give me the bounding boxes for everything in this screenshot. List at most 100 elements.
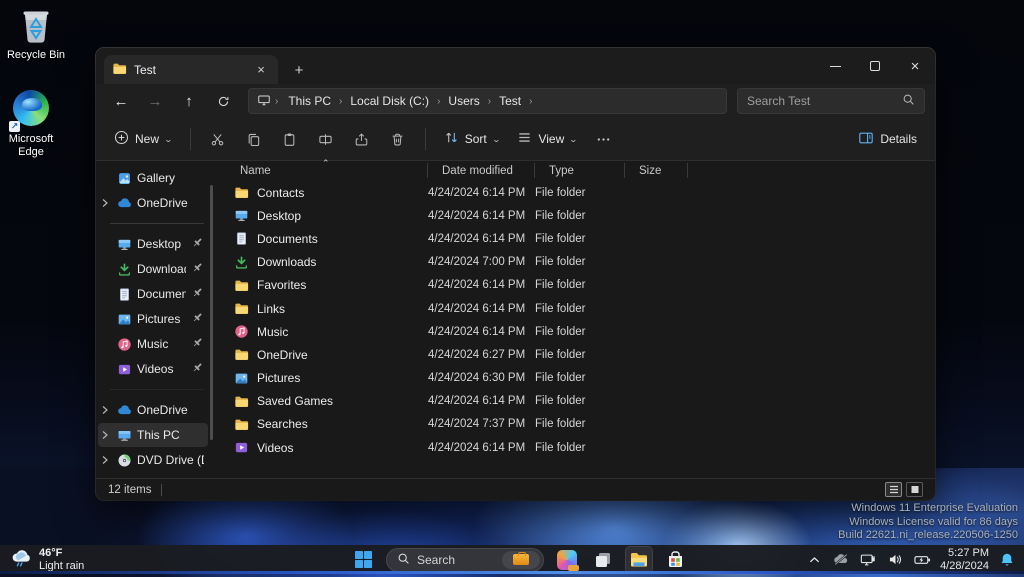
onedrive-paused-icon[interactable] xyxy=(832,553,850,566)
breadcrumb-chevron-icon[interactable]: › xyxy=(435,96,442,107)
desktop-icon-edge[interactable]: ↗ Microsoft Edge xyxy=(0,88,67,159)
breadcrumb-chevron-icon[interactable]: › xyxy=(337,96,344,107)
sidebar-item-pictures[interactable]: Pictures xyxy=(98,307,208,331)
view-button[interactable]: View ⌄ xyxy=(509,124,585,154)
table-row[interactable]: Contacts4/24/2024 6:14 PMFile folder xyxy=(226,181,935,204)
forward-button[interactable]: → xyxy=(140,88,170,114)
sidebar-item-this-pc[interactable]: This PC xyxy=(98,423,208,447)
copilot-taskbar-icon[interactable] xyxy=(554,547,580,573)
breadcrumb-item[interactable]: This PC xyxy=(282,92,337,110)
table-row[interactable]: Desktop4/24/2024 6:14 PMFile folder xyxy=(226,204,935,227)
refresh-button[interactable] xyxy=(208,88,238,114)
file-name: Documents xyxy=(257,232,318,246)
desktop-icon-recycle-bin[interactable]: Recycle Bin xyxy=(0,6,72,62)
close-button[interactable]: × xyxy=(895,51,935,81)
table-row[interactable]: Favorites4/24/2024 6:14 PMFile folder xyxy=(226,274,935,297)
see-more-button[interactable] xyxy=(587,124,621,154)
date-modified: 4/24/2024 6:14 PM xyxy=(428,187,535,199)
large-icons-view-toggle[interactable] xyxy=(906,482,923,497)
folder-icon xyxy=(112,61,127,79)
desktop-icon-label: Microsoft Edge xyxy=(0,133,67,159)
column-header-type[interactable]: Type xyxy=(535,161,625,181)
sidebar-scrollbar[interactable] xyxy=(210,185,213,440)
music-icon xyxy=(116,337,132,352)
cut-button[interactable] xyxy=(201,124,235,154)
table-row[interactable]: OneDrive4/24/2024 6:27 PMFile folder xyxy=(226,343,935,366)
table-row[interactable]: Downloads4/24/2024 7:00 PMFile folder xyxy=(226,251,935,274)
chevron-right-icon[interactable] xyxy=(98,455,111,465)
hidden-icons-chevron[interactable] xyxy=(805,556,823,564)
file-name: Searches xyxy=(257,417,308,431)
volume-icon[interactable] xyxy=(886,553,904,566)
sort-button[interactable]: Sort ⌄ xyxy=(436,124,508,154)
sidebar-item-documents[interactable]: Documents xyxy=(98,282,208,306)
task-view-icon[interactable] xyxy=(590,547,616,573)
videos-icon xyxy=(116,362,132,377)
file-name: Saved Games xyxy=(257,394,333,408)
table-row[interactable]: Saved Games4/24/2024 6:14 PMFile folder xyxy=(226,390,935,413)
sidebar-item-desktop[interactable]: Desktop xyxy=(98,232,208,256)
breadcrumb-chevron-icon[interactable]: › xyxy=(527,96,534,107)
sidebar-item-music[interactable]: Music xyxy=(98,332,208,356)
sidebar-separator xyxy=(110,389,204,390)
file-name: Contacts xyxy=(257,186,304,200)
maximize-button[interactable] xyxy=(855,51,895,81)
copy-button[interactable] xyxy=(237,124,271,154)
sidebar-item-label: Desktop xyxy=(137,237,186,251)
folder-icon xyxy=(234,417,249,432)
file-explorer-taskbar-icon[interactable] xyxy=(626,547,652,573)
table-row[interactable]: Music4/24/2024 6:14 PMFile folder xyxy=(226,320,935,343)
network-icon[interactable] xyxy=(859,553,877,567)
column-header-name[interactable]: Name ⌃ xyxy=(226,161,428,181)
taskbar-clock[interactable]: 5:27 PM 4/28/2024 xyxy=(940,547,989,573)
share-button[interactable] xyxy=(345,124,379,154)
table-row[interactable]: Videos4/24/2024 6:14 PMFile folder xyxy=(226,436,935,459)
titlebar[interactable]: Test × + × xyxy=(96,48,935,84)
explorer-tab[interactable]: Test × xyxy=(104,55,278,84)
table-row[interactable]: Documents4/24/2024 6:14 PMFile folder xyxy=(226,227,935,250)
table-row[interactable]: Links4/24/2024 6:14 PMFile folder xyxy=(226,297,935,320)
sidebar-item-gallery[interactable]: Gallery xyxy=(98,166,208,190)
chevron-right-icon[interactable] xyxy=(98,198,111,208)
details-button[interactable]: Details xyxy=(850,124,925,154)
sidebar-item-onedrive[interactable]: OneDrive xyxy=(98,398,208,422)
tab-close-icon[interactable]: × xyxy=(252,61,270,79)
search-highlight-icon[interactable] xyxy=(502,551,540,569)
chevron-down-icon: ⌄ xyxy=(491,135,500,144)
new-button[interactable]: New ⌄ xyxy=(106,124,180,154)
breadcrumb-item[interactable]: Users xyxy=(442,92,485,110)
details-pane-icon xyxy=(858,130,874,149)
pin-icon xyxy=(191,261,204,277)
start-button[interactable] xyxy=(350,547,376,573)
breadcrumb-item[interactable]: Local Disk (C:) xyxy=(344,92,435,110)
details-view-toggle[interactable] xyxy=(885,482,902,497)
downloads-icon xyxy=(116,262,132,277)
taskbar-search[interactable]: Search xyxy=(386,548,544,572)
back-button[interactable]: ← xyxy=(106,88,136,114)
desktop-icon xyxy=(234,208,249,223)
up-button[interactable]: ↑ xyxy=(174,88,204,114)
delete-button[interactable] xyxy=(381,124,415,154)
sidebar-item-videos[interactable]: Videos xyxy=(98,357,208,381)
sidebar-item-downloads[interactable]: Downloads xyxy=(98,257,208,281)
address-bar[interactable]: › This PC›Local Disk (C:)›Users›Test› xyxy=(248,88,727,114)
sidebar-item-dvd-drive-d-c[interactable]: DVD Drive (D:) C xyxy=(98,448,208,472)
microsoft-store-icon[interactable] xyxy=(662,547,688,573)
chevron-right-icon[interactable] xyxy=(98,405,111,415)
chevron-right-icon[interactable] xyxy=(98,430,111,440)
table-row[interactable]: Searches4/24/2024 7:37 PMFile folder xyxy=(226,413,935,436)
rename-button[interactable] xyxy=(309,124,343,154)
battery-icon[interactable] xyxy=(913,554,931,566)
notification-bell-icon[interactable] xyxy=(998,552,1016,567)
weather-widget[interactable]: 46°F Light rain xyxy=(0,547,140,573)
column-header-date[interactable]: Date modified xyxy=(428,161,535,181)
new-tab-button[interactable]: + xyxy=(290,61,308,79)
search-box[interactable]: Search Test xyxy=(737,88,925,114)
column-header-size[interactable]: Size xyxy=(625,161,688,181)
breadcrumb-item[interactable]: Test xyxy=(493,92,527,110)
table-row[interactable]: Pictures4/24/2024 6:30 PMFile folder xyxy=(226,367,935,390)
paste-button[interactable] xyxy=(273,124,307,154)
minimize-button[interactable] xyxy=(815,51,855,81)
sidebar-item-onedrive[interactable]: OneDrive xyxy=(98,191,208,215)
breadcrumb-chevron-icon[interactable]: › xyxy=(486,96,493,107)
